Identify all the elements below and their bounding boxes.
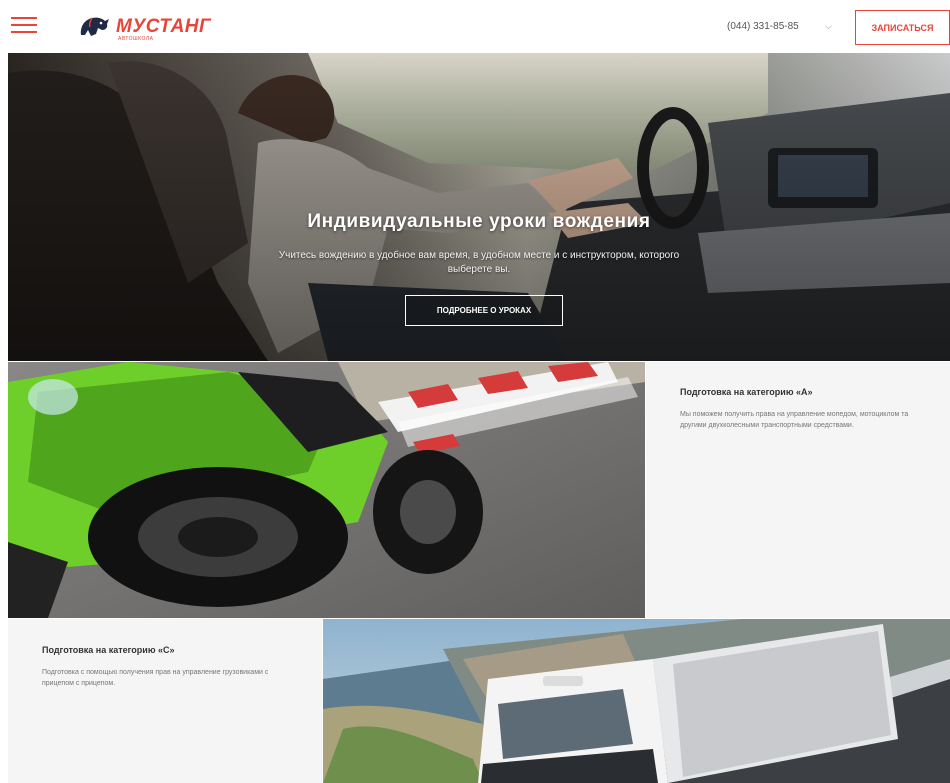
hamburger-menu-icon[interactable] — [11, 16, 37, 34]
truck-image — [323, 619, 950, 783]
mustang-horse-logo-icon — [80, 17, 109, 36]
category-c-title: Подготовка на категорию «С» — [42, 645, 175, 655]
category-a-title: Подготовка на категорию «А» — [680, 387, 813, 397]
category-a-description: Мы поможем получить права на управление … — [680, 411, 909, 429]
site-logo[interactable]: МУСТАНГ АВТОШКОЛА — [78, 13, 238, 43]
motorcycle-image — [8, 362, 645, 618]
category-c-description: Подготовка с помощью получения прав на у… — [42, 669, 269, 687]
lessons-details-button[interactable]: Подробнее о уроках — [405, 295, 563, 326]
category-c-card[interactable]: Подготовка на категорию «С» Подготовка с… — [8, 619, 322, 783]
hero-description: Учитесь вождению в удобное вам время, в … — [278, 250, 680, 275]
category-a-card[interactable]: Подготовка на категорию «А» Мы поможем п… — [646, 362, 950, 618]
site-header: МУСТАНГ АВТОШКОЛА (044) 331-85-85 ⌵ Запи… — [0, 0, 950, 53]
logo-subtext: АВТОШКОЛА — [118, 36, 154, 42]
hero-banner: Индивидуальные уроки вождения Учитесь во… — [8, 53, 950, 361]
signup-button[interactable]: Записаться — [855, 10, 950, 45]
logo-text: МУСТАНГ — [116, 16, 212, 37]
phone-number[interactable]: (044) 331-85-85 — [727, 21, 799, 32]
hero-title: Индивидуальные уроки вождения — [307, 211, 651, 232]
chevron-down-icon[interactable]: ⌵ — [825, 21, 832, 32]
